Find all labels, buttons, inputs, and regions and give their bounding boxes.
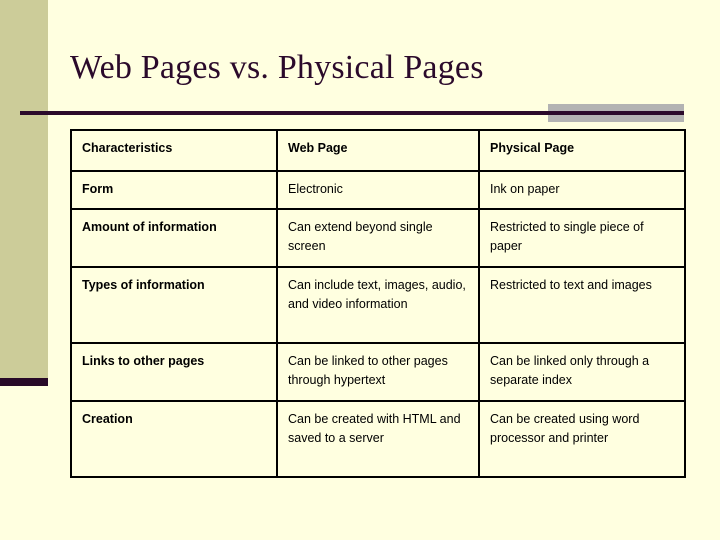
cell-physical-page: Ink on paper — [478, 170, 686, 210]
cell-web-page: Can include text, images, audio, and vid… — [276, 266, 480, 344]
cell-characteristic: Form — [70, 170, 278, 210]
column-header-characteristics: Characteristics — [70, 129, 278, 172]
table-row: Form Electronic Ink on paper — [70, 170, 686, 210]
cell-physical-page: Restricted to text and images — [478, 266, 686, 344]
left-accent-band — [0, 0, 48, 378]
cell-physical-page: Can be created using word processor and … — [478, 400, 686, 478]
cell-characteristic: Links to other pages — [70, 342, 278, 402]
cell-web-page: Can extend beyond single screen — [276, 208, 480, 268]
table-row: Amount of information Can extend beyond … — [70, 208, 686, 268]
slide-canvas: Web Pages vs. Physical Pages Characteris… — [0, 0, 720, 540]
cell-physical-page: Restricted to single piece of paper — [478, 208, 686, 268]
table-row: Types of information Can include text, i… — [70, 266, 686, 344]
cell-characteristic: Amount of information — [70, 208, 278, 268]
cell-characteristic: Creation — [70, 400, 278, 478]
column-header-physical-page: Physical Page — [478, 129, 686, 172]
title-divider-rule — [20, 111, 684, 115]
table-row: Creation Can be created with HTML and sa… — [70, 400, 686, 478]
page-title: Web Pages vs. Physical Pages — [70, 49, 484, 86]
cell-characteristic: Types of information — [70, 266, 278, 344]
table-row: Links to other pages Can be linked to ot… — [70, 342, 686, 402]
left-accent-foot — [0, 378, 48, 386]
column-header-web-page: Web Page — [276, 129, 480, 172]
cell-web-page: Electronic — [276, 170, 480, 210]
cell-web-page: Can be created with HTML and saved to a … — [276, 400, 480, 478]
table-header-row: Characteristics Web Page Physical Page — [70, 129, 686, 172]
cell-physical-page: Can be linked only through a separate in… — [478, 342, 686, 402]
comparison-table: Characteristics Web Page Physical Page F… — [70, 129, 686, 478]
cell-web-page: Can be linked to other pages through hyp… — [276, 342, 480, 402]
